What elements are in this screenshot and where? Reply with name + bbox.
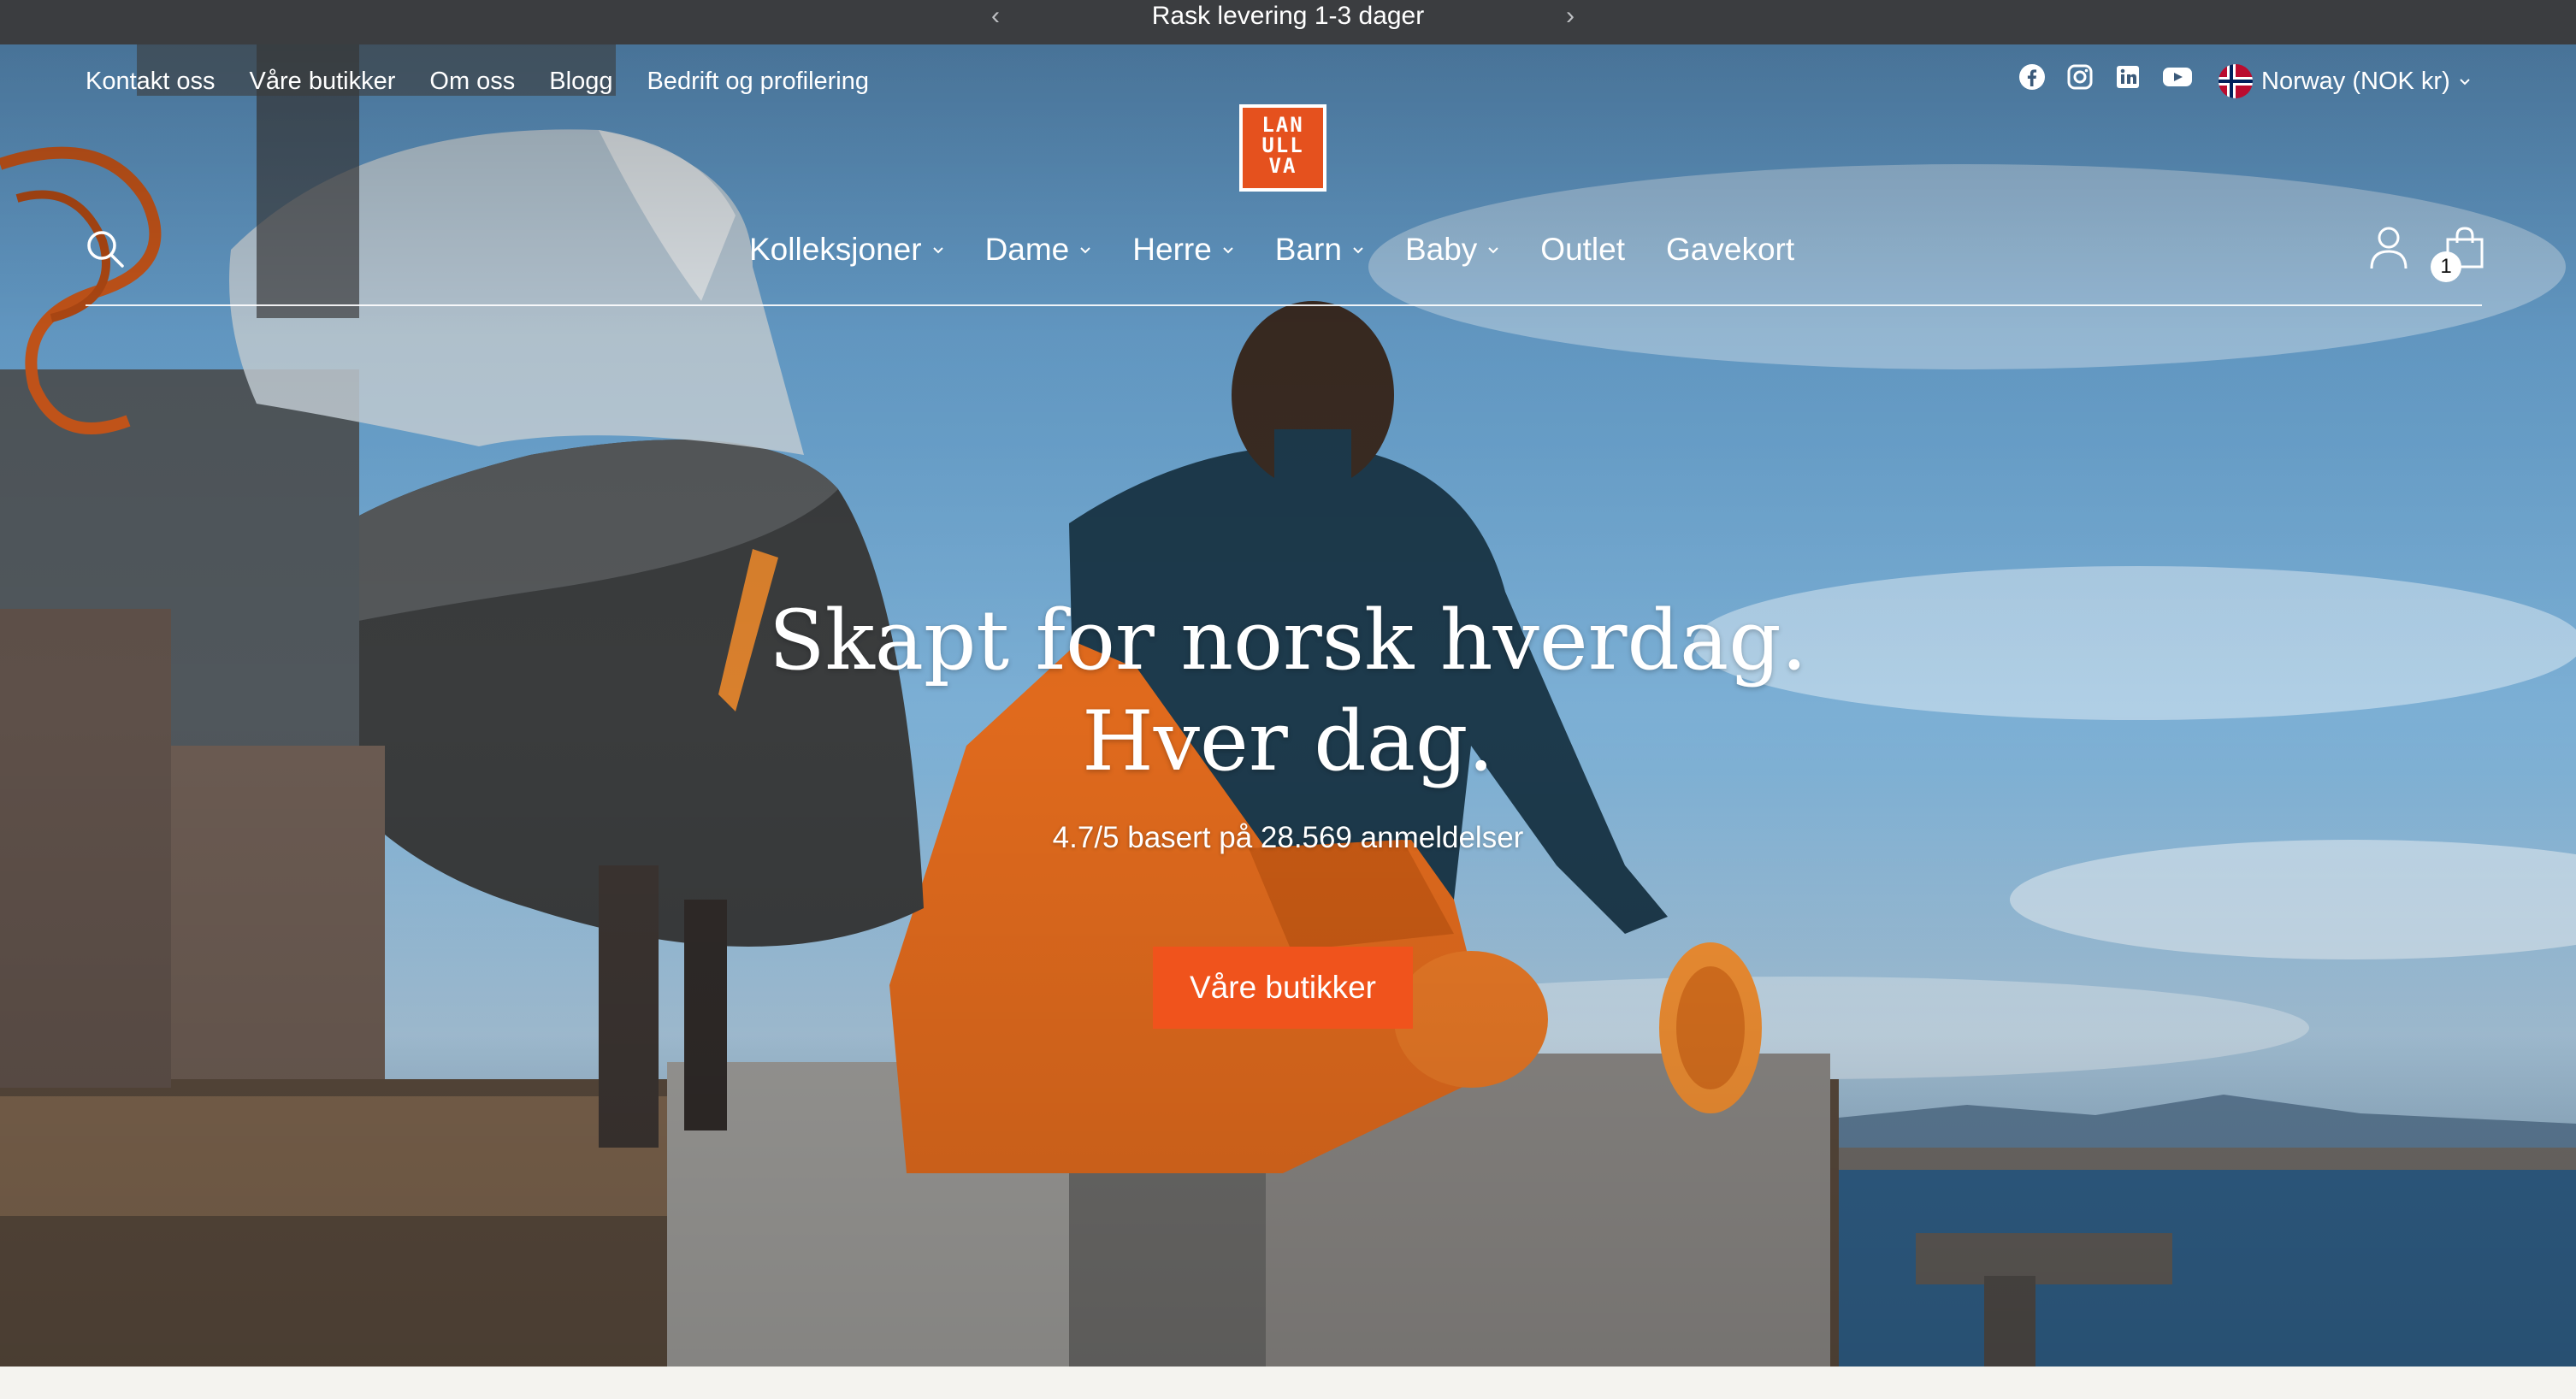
stores-cta-button[interactable]: Våre butikker	[1153, 947, 1413, 1029]
announcement-text: Rask levering 1-3 dager	[1151, 2, 1425, 30]
utility-link-blogg[interactable]: Blogg	[549, 60, 612, 103]
utility-nav: Kontakt oss Våre butikker Om oss Blogg B…	[86, 60, 869, 103]
nav-item-dame[interactable]: Dame	[985, 224, 1092, 275]
chevron-down-icon	[1488, 247, 1499, 254]
nav-item-herre[interactable]: Herre	[1132, 224, 1234, 275]
nav-label: Gavekort	[1666, 232, 1795, 267]
nav-item-gavekort[interactable]: Gavekort	[1666, 224, 1794, 275]
nav-item-kolleksjoner[interactable]: Kolleksjoner	[749, 224, 944, 275]
hero-headline-line-1: Skapt for norsk hverdag.	[768, 593, 1808, 688]
linkedin-icon[interactable]	[2114, 63, 2142, 91]
search-icon[interactable]	[86, 229, 125, 269]
account-icon[interactable]	[2369, 226, 2408, 270]
nav-item-baby[interactable]: Baby	[1405, 224, 1499, 275]
page-bottom-strip	[0, 1367, 2576, 1399]
instagram-icon[interactable]	[2066, 63, 2094, 91]
chevron-down-icon	[1223, 247, 1233, 254]
cart-count-badge: 1	[2431, 251, 2461, 282]
hero-headline-line-2: Hver dag.	[1082, 694, 1494, 789]
social-links	[2018, 63, 2192, 91]
utility-link-om-oss[interactable]: Om oss	[429, 60, 515, 103]
chevron-down-icon	[932, 247, 943, 254]
nav-label: Herre	[1132, 232, 1212, 267]
nav-item-barn[interactable]: Barn	[1275, 224, 1364, 275]
logo-line-2: ULL	[1261, 133, 1304, 157]
brand-logo[interactable]: LAN ULL VA	[1239, 104, 1326, 192]
announcement-bar: ‹ Rask levering 1-3 dager ›	[0, 0, 2576, 44]
main-nav: Kolleksjoner Dame Herre Barn Baby Outlet…	[749, 224, 1794, 275]
nav-label: Barn	[1274, 232, 1342, 267]
chevron-down-icon	[2460, 79, 2470, 86]
chevron-down-icon	[1080, 247, 1090, 254]
facebook-icon[interactable]	[2018, 63, 2046, 91]
review-rating: 4.7/5 basert på 28.569 anmeldelser	[1052, 821, 1524, 854]
utility-link-vare-butikker[interactable]: Våre butikker	[250, 60, 396, 103]
utility-link-bedrift[interactable]: Bedrift og profilering	[647, 60, 869, 103]
header-divider	[86, 304, 2482, 306]
utility-link-kontakt-oss[interactable]: Kontakt oss	[86, 60, 216, 103]
youtube-icon[interactable]	[2162, 63, 2192, 91]
nav-item-outlet[interactable]: Outlet	[1540, 224, 1625, 275]
nav-label: Baby	[1404, 232, 1478, 267]
chevron-right-icon[interactable]: ›	[1553, 0, 1587, 32]
chevron-down-icon	[1353, 247, 1363, 254]
norway-flag-icon	[2219, 64, 2253, 98]
region-label: Norway (NOK kr)	[2261, 67, 2450, 95]
hero-headline: Skapt for norsk hverdag. Hver dag.	[0, 590, 2576, 792]
nav-label: Dame	[984, 232, 1070, 267]
logo-line-3: VA	[1268, 154, 1297, 178]
nav-label: Outlet	[1540, 232, 1626, 267]
nav-label: Kolleksjoner	[749, 232, 922, 267]
logo-line-1: LAN	[1261, 113, 1304, 137]
region-selector[interactable]: Norway (NOK kr)	[2219, 60, 2471, 103]
